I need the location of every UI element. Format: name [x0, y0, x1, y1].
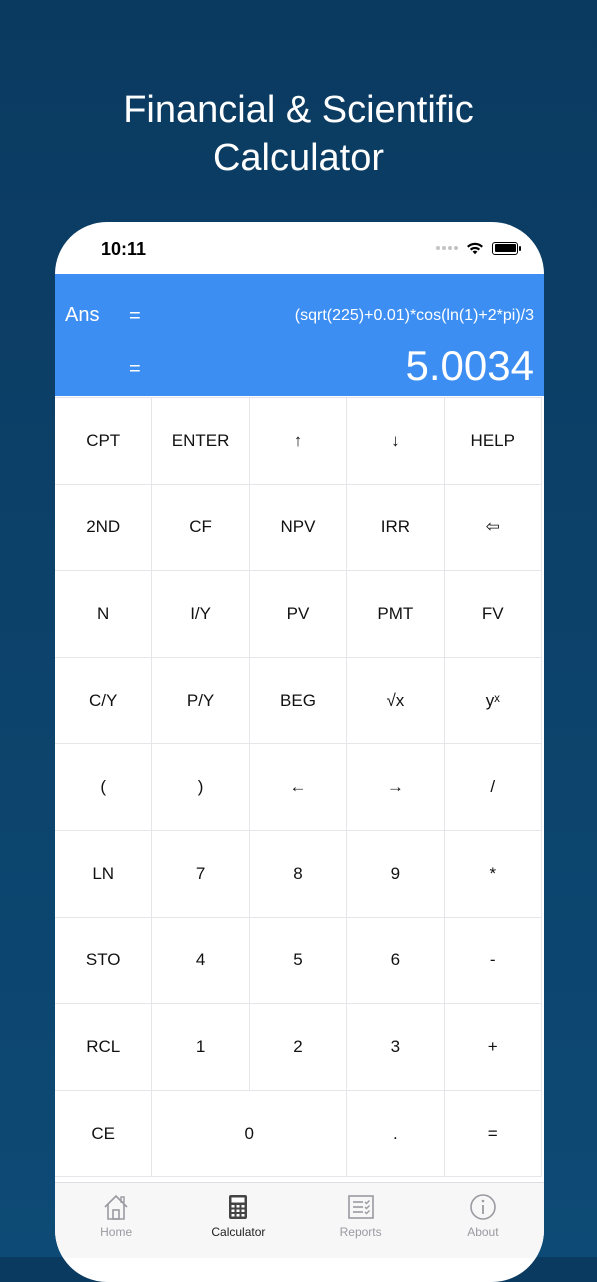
key-sto[interactable]: STO	[55, 917, 153, 1005]
equals-sign-top: =	[129, 305, 141, 327]
key-down-arrow[interactable]: ↓	[347, 398, 445, 485]
key-3[interactable]: 3	[347, 1004, 445, 1091]
expression-text: (sqrt(225)+0.01)*cos(ln(1)+2*pi)/3	[294, 307, 534, 324]
phone-screen: 10:11 Ans = (sqrt(225)+0.01)*cos(ln(1)+2…	[55, 222, 544, 1282]
key-open-paren[interactable]: (	[55, 744, 153, 831]
key-power[interactable]: yˣ	[444, 657, 542, 745]
key-rcl[interactable]: RCL	[55, 1004, 153, 1091]
info-icon	[470, 1194, 496, 1220]
keypad: CPT ENTER ↑ ↓ HELP 2ND CF NPV IRR ⇦ N I/Y PV PMT FV C/Y…	[55, 397, 542, 1178]
tab-reports-label: Reports	[339, 1225, 382, 1239]
key-0[interactable]: 0	[152, 1090, 348, 1178]
calculator-display: Ans = (sqrt(225)+0.01)*cos(ln(1)+2*pi)/3…	[55, 274, 544, 396]
key-left-arrow[interactable]: ←	[249, 744, 348, 831]
key-ln[interactable]: LN	[55, 830, 153, 918]
key-8[interactable]: 8	[249, 830, 348, 918]
key-iy[interactable]: I/Y	[152, 571, 250, 658]
ans-label: Ans	[65, 304, 100, 326]
key-beg[interactable]: BEG	[249, 657, 348, 745]
cellular-signal-icon	[436, 246, 458, 250]
equals-sign-bottom: =	[129, 358, 141, 380]
promo-title: Financial & Scientific Calculator	[123, 89, 474, 179]
key-py[interactable]: P/Y	[152, 657, 250, 745]
key-cf[interactable]: CF	[152, 484, 250, 572]
calculator-icon	[229, 1195, 248, 1219]
key-fv[interactable]: FV	[444, 571, 542, 658]
key-npv[interactable]: NPV	[249, 484, 348, 572]
key-5[interactable]: 5	[249, 917, 348, 1005]
key-irr[interactable]: IRR	[347, 484, 445, 572]
status-icons	[436, 240, 521, 256]
key-ce[interactable]: CE	[55, 1090, 153, 1178]
key-sqrt[interactable]: √x	[347, 657, 445, 745]
key-minus[interactable]: -	[444, 917, 542, 1005]
tab-home[interactable]: Home	[55, 1183, 177, 1258]
key-decimal[interactable]: .	[347, 1090, 445, 1178]
key-backspace[interactable]: ⇦	[444, 484, 542, 572]
result-value: 5.0034	[405, 342, 534, 389]
tab-reports[interactable]: Reports	[300, 1183, 422, 1258]
key-2nd[interactable]: 2ND	[55, 484, 153, 572]
wifi-icon	[467, 242, 483, 255]
status-time: 10:11	[101, 239, 147, 259]
key-4[interactable]: 4	[152, 917, 250, 1005]
key-multiply[interactable]: *	[444, 830, 542, 918]
key-enter[interactable]: ENTER	[152, 398, 250, 485]
key-equals[interactable]: =	[444, 1090, 542, 1178]
tab-about-label: About	[467, 1225, 499, 1239]
key-2[interactable]: 2	[249, 1004, 348, 1091]
tab-about[interactable]: About	[422, 1183, 544, 1258]
tab-bar: Home Calculator Reports About	[55, 1182, 544, 1258]
key-n[interactable]: N	[55, 571, 153, 658]
key-up-arrow[interactable]: ↑	[249, 398, 348, 485]
key-close-paren[interactable]: )	[152, 744, 250, 831]
key-9[interactable]: 9	[347, 830, 445, 918]
key-right-arrow[interactable]: →	[347, 744, 445, 831]
key-pv[interactable]: PV	[249, 571, 348, 658]
reports-icon	[347, 1195, 374, 1219]
key-pmt[interactable]: PMT	[347, 571, 445, 658]
key-1[interactable]: 1	[152, 1004, 250, 1091]
key-cpt[interactable]: CPT	[55, 398, 153, 485]
key-cy[interactable]: C/Y	[55, 657, 153, 745]
battery-icon	[492, 241, 521, 255]
home-icon	[104, 1194, 128, 1220]
key-help[interactable]: HELP	[444, 398, 542, 485]
tab-calculator[interactable]: Calculator	[177, 1183, 299, 1258]
key-7[interactable]: 7	[152, 830, 250, 918]
status-bar: 10:11	[55, 222, 544, 274]
tab-calculator-label: Calculator	[211, 1225, 266, 1239]
tab-home-label: Home	[100, 1225, 133, 1239]
key-plus[interactable]: +	[444, 1004, 542, 1091]
key-6[interactable]: 6	[347, 917, 445, 1005]
key-divide[interactable]: /	[444, 744, 542, 831]
